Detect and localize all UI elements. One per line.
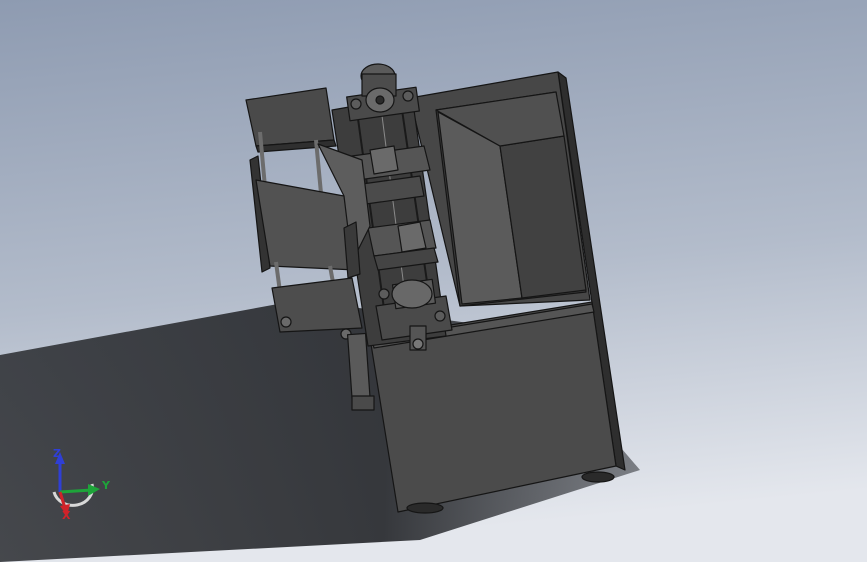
bottom-shaft-end bbox=[412, 338, 424, 350]
y-axis-line bbox=[59, 488, 93, 494]
bottom-bolt-left bbox=[378, 288, 390, 300]
top-bolt-left bbox=[350, 98, 362, 110]
graphics-viewport[interactable]: Z Y X bbox=[0, 0, 867, 562]
carriage-upper-clamp bbox=[369, 145, 399, 175]
top-pulley-hub bbox=[375, 95, 385, 105]
top-bolt-right bbox=[402, 90, 414, 102]
foot-left bbox=[406, 502, 444, 514]
orientation-triad[interactable]: Z Y X bbox=[40, 440, 130, 530]
bottom-bolt-right bbox=[434, 310, 446, 322]
model-canvas[interactable] bbox=[0, 0, 867, 562]
tray-bottom-bolt-left bbox=[280, 316, 292, 328]
y-axis-arrow-icon bbox=[88, 484, 100, 496]
bottom-motor-cap bbox=[391, 279, 433, 309]
x-axis-label: X bbox=[62, 509, 71, 522]
y-axis-label: Y bbox=[102, 479, 110, 492]
lift-cylinder-base bbox=[351, 395, 375, 411]
foot-right bbox=[581, 471, 615, 483]
z-axis-label: Z bbox=[53, 447, 61, 460]
